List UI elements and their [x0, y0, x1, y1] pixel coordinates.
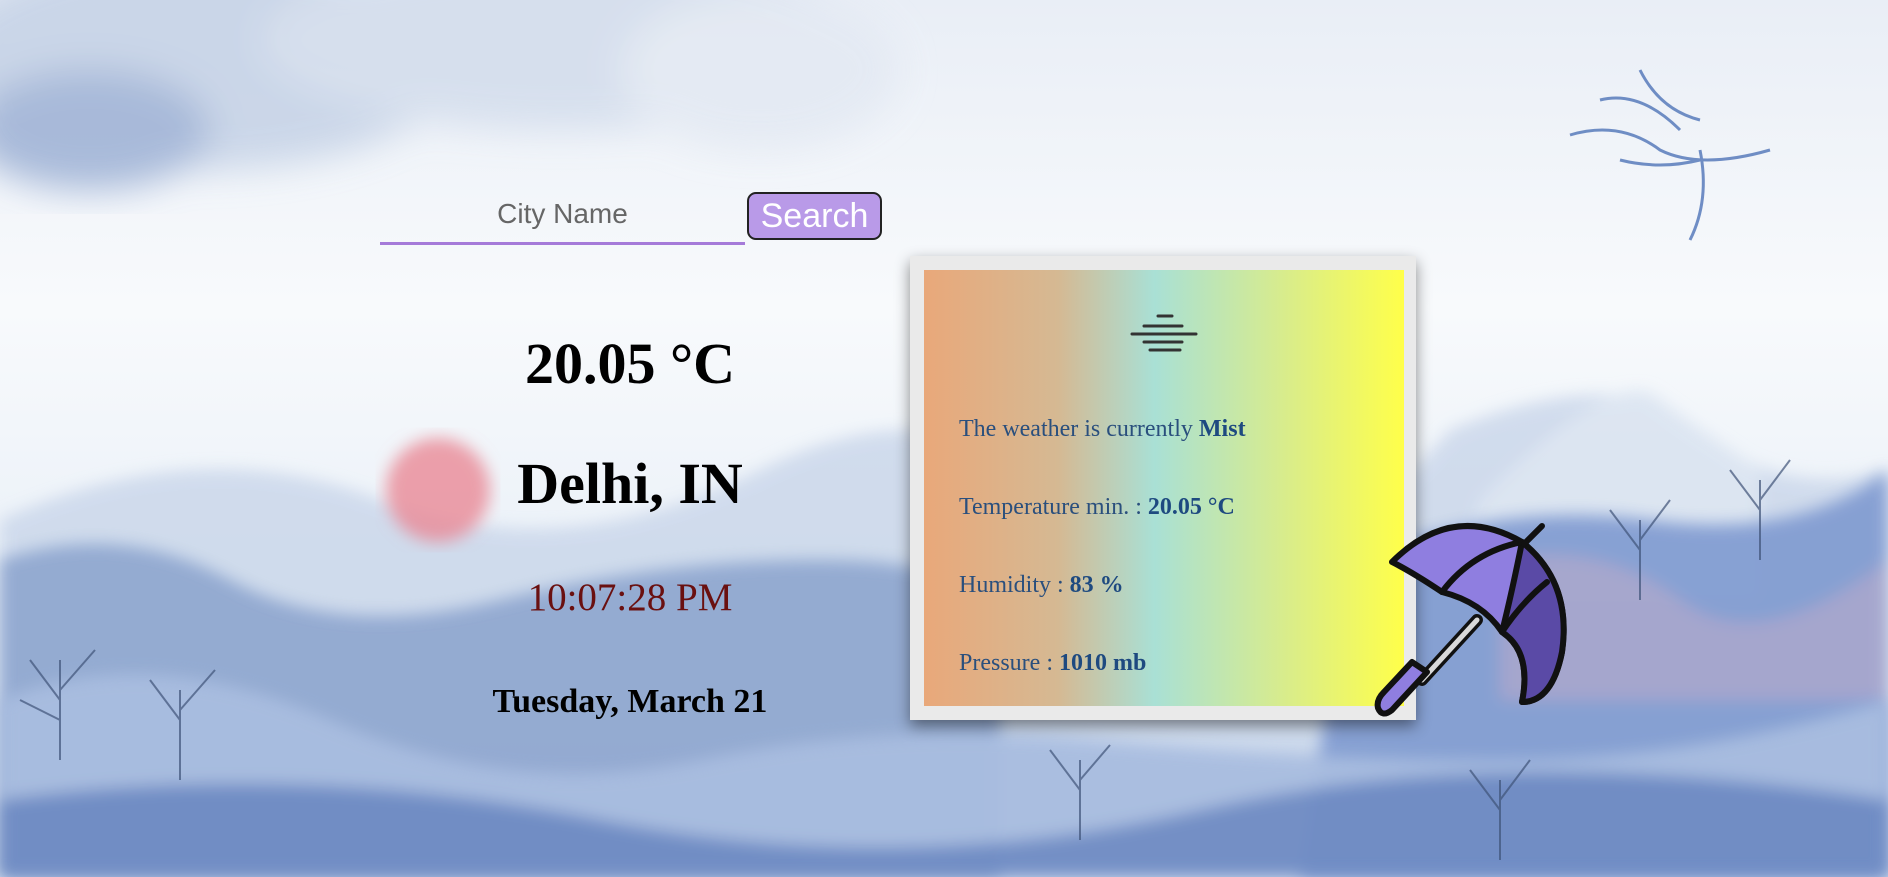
condition-row: The weather is currently Mist — [959, 416, 1246, 443]
current-date: Tuesday, March 21 — [492, 683, 768, 720]
humidity-value: 83 % — [1069, 572, 1124, 598]
mist-icon — [1130, 314, 1198, 352]
current-time: 10:07:28 PM — [527, 576, 733, 619]
weather-details-panel: The weather is currently Mist Temperatur… — [924, 270, 1404, 706]
temp-min-value: 20.05 °C — [1147, 494, 1235, 520]
condition-value: Mist — [1198, 416, 1246, 442]
umbrella-icon — [1374, 523, 1567, 717]
humidity-row: Humidity : 83 % — [959, 572, 1124, 599]
pressure-row: Pressure : 1010 mb — [959, 650, 1146, 677]
current-temperature: 20.05 °C — [524, 331, 736, 396]
pressure-label: Pressure : — [959, 650, 1053, 676]
pressure-value: 1010 mb — [1058, 650, 1147, 676]
city-location: Delhi, IN — [517, 451, 743, 516]
search-bar: Search — [380, 186, 885, 256]
humidity-label: Humidity : — [959, 572, 1064, 598]
temp-min-label: Temperature min. : — [959, 494, 1142, 520]
condition-prefix: The weather is currently — [959, 416, 1193, 442]
city-name-input[interactable] — [380, 186, 745, 245]
search-button[interactable]: Search — [747, 192, 882, 240]
weather-details-card: The weather is currently Mist Temperatur… — [910, 256, 1416, 720]
temp-min-row: Temperature min. : 20.05 °C — [959, 494, 1235, 521]
